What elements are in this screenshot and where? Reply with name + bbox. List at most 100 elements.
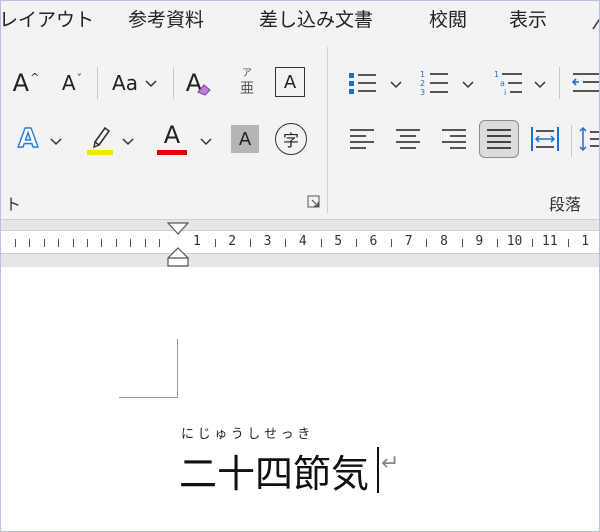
font-color-swatch — [157, 149, 187, 155]
ruler-number: 2 — [228, 234, 237, 249]
highlight-color-button[interactable] — [83, 121, 117, 157]
first-line-indent-marker-icon[interactable] — [166, 222, 190, 244]
chevron-down-icon — [145, 80, 157, 88]
font-color-glyph: A — [163, 120, 181, 149]
divider — [571, 125, 572, 157]
word-window: レイアウト 参考資料 差し込み文書 校閲 表示 A ^ A ˇ Aa A ア 亜… — [0, 0, 600, 532]
text-cursor — [377, 447, 379, 493]
align-right-button[interactable] — [437, 123, 471, 155]
numbered-list-icon: 1 2 3 — [420, 70, 448, 97]
chevron-down-icon[interactable] — [389, 79, 403, 89]
chevron-down-icon[interactable] — [49, 136, 63, 146]
ruler-tick — [58, 239, 60, 247]
chevron-down-icon[interactable] — [199, 136, 213, 146]
ruler-tick — [72, 239, 74, 247]
justify-icon — [487, 129, 511, 149]
ruby-text: にじゅうしせっき — [181, 427, 314, 442]
ruler-tick — [214, 239, 216, 247]
chevron-down-icon[interactable] — [461, 79, 475, 89]
font-group-label: ト — [5, 195, 22, 214]
tab-references[interactable]: 参考資料 — [128, 5, 204, 32]
decrease-indent-button[interactable] — [567, 65, 599, 101]
ruler-number: 3 — [263, 234, 272, 249]
ruler-tick — [144, 239, 146, 247]
align-center-button[interactable] — [391, 123, 425, 155]
ruler-tick — [461, 239, 463, 247]
tab-mailings[interactable]: 差し込み文書 — [259, 5, 373, 32]
text-effects-button[interactable]: A — [11, 122, 45, 156]
ruler-tick — [285, 239, 287, 247]
ruler-tick — [130, 239, 132, 247]
enclose-characters-button[interactable]: 字 — [275, 123, 307, 155]
numbering-button[interactable]: 1 2 3 — [417, 65, 453, 101]
grow-font-icon: A — [12, 69, 30, 97]
change-case-button[interactable]: Aa — [105, 66, 165, 100]
clear-formatting-button[interactable]: A — [181, 66, 217, 100]
caret-down-icon: ˇ — [76, 71, 83, 85]
character-shading-button[interactable]: A — [231, 125, 259, 153]
font-dialog-launcher-icon[interactable] — [307, 195, 321, 212]
phonetic-bottom: 亜 — [240, 81, 254, 97]
line-spacing-icon — [579, 126, 599, 152]
align-left-icon — [350, 129, 374, 149]
ruler-tick — [355, 239, 357, 247]
character-border-button[interactable]: A — [275, 67, 305, 97]
document-body-text[interactable]: 二十四節気 — [179, 443, 369, 498]
more-tabs-icon[interactable] — [591, 11, 599, 31]
svg-text:a: a — [500, 79, 505, 88]
enclose-characters-glyph: 字 — [282, 131, 299, 150]
line-spacing-button[interactable] — [577, 123, 599, 155]
grow-font-button[interactable]: A ^ — [11, 66, 41, 100]
ruler-tick — [43, 239, 45, 247]
ruler-tick — [497, 239, 499, 247]
align-center-icon — [396, 129, 420, 149]
divider — [97, 67, 98, 99]
text-effects-icon: A — [17, 123, 39, 154]
svg-text:i: i — [504, 88, 506, 97]
ruler-number: 6 — [369, 234, 378, 249]
divider — [173, 67, 174, 99]
chevron-down-icon[interactable] — [533, 79, 547, 89]
ruler-tick — [249, 239, 251, 247]
align-left-button[interactable] — [345, 123, 379, 155]
shrink-font-button[interactable]: A ˇ — [57, 66, 87, 100]
chevron-down-icon[interactable] — [121, 136, 135, 146]
svg-text:2: 2 — [420, 79, 425, 88]
tab-layout[interactable]: レイアウト — [1, 5, 94, 32]
decrease-indent-icon — [571, 73, 599, 92]
ruler-number: 10 — [506, 234, 523, 249]
ruler-number: 8 — [440, 234, 448, 249]
ruler-number: 1 — [581, 234, 590, 249]
ruler-number: 7 — [404, 234, 413, 249]
ruler-tick — [115, 239, 117, 247]
phonetic-guide-button[interactable]: ア 亜 — [233, 63, 261, 103]
horizontal-ruler[interactable]: 1 2 3 4 5 6 7 8 9 10 11 1 — [1, 230, 599, 254]
distributed-icon — [531, 127, 559, 151]
ruler-tick — [391, 239, 393, 247]
bullets-button[interactable] — [345, 65, 381, 101]
ruler-number: 4 — [298, 234, 307, 249]
justify-button[interactable] — [479, 120, 519, 158]
svg-text:1: 1 — [420, 70, 425, 79]
align-right-icon — [442, 129, 466, 149]
bullet-list-icon — [349, 73, 376, 94]
ruler-tick — [567, 239, 569, 247]
ruler-tick — [29, 239, 31, 247]
multilevel-list-icon: 1 a i — [494, 70, 522, 97]
character-border-glyph: A — [283, 71, 297, 93]
font-color-button[interactable]: A — [155, 119, 189, 157]
ruler-tick — [87, 239, 88, 247]
paragraph-group-label: 段落 — [549, 195, 582, 214]
tab-review[interactable]: 校閲 — [429, 5, 467, 32]
shrink-font-icon: A — [61, 71, 76, 95]
paragraph-mark-icon: ↵ — [381, 451, 400, 476]
margin-mark-vertical — [177, 339, 178, 397]
distributed-button[interactable] — [527, 123, 563, 155]
svg-text:1: 1 — [494, 70, 499, 79]
ruler-number: 1 — [193, 234, 201, 249]
document-page[interactable]: にじゅうしせっき 二十四節気 ↵ — [1, 267, 599, 531]
change-case-label: Aa — [112, 71, 138, 95]
multilevel-list-button[interactable]: 1 a i — [491, 65, 527, 101]
tab-view[interactable]: 表示 — [509, 5, 547, 32]
ruler-number: 11 — [542, 234, 558, 249]
